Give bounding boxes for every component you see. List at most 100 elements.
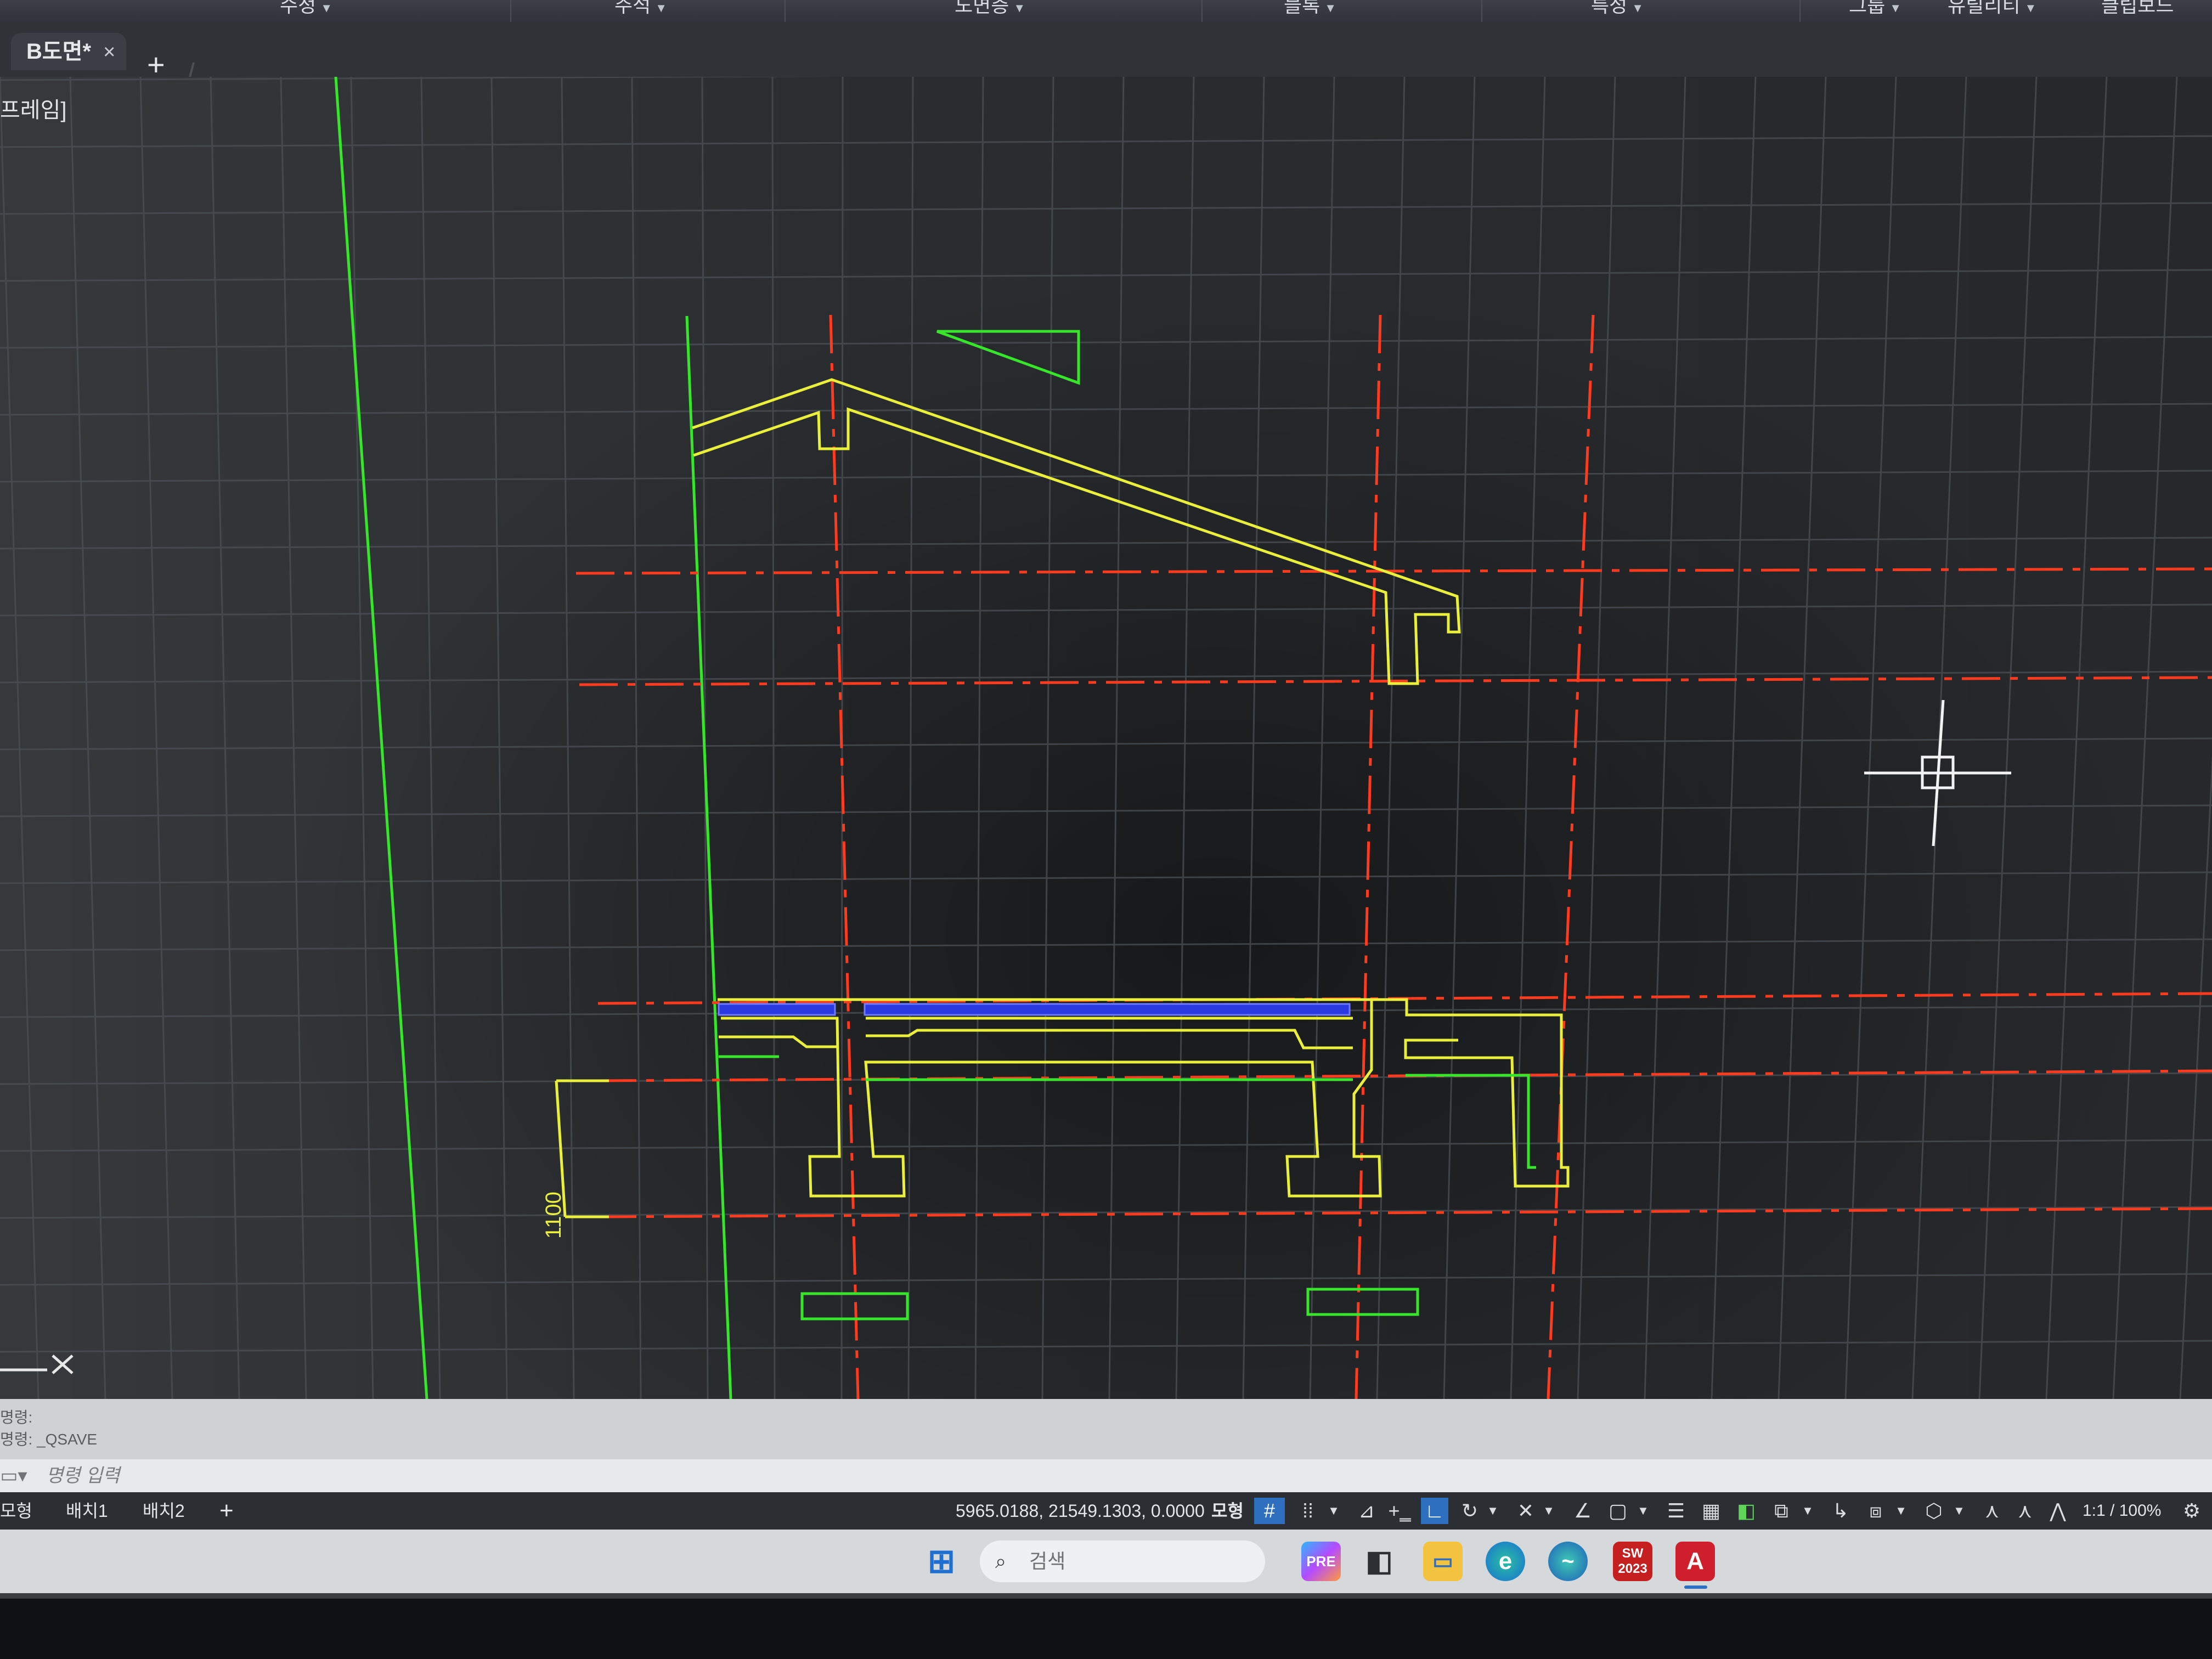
grid-line (0, 670, 2212, 684)
app-icon[interactable]: ~ (1548, 1542, 1588, 1581)
grid-line (1644, 77, 1686, 1399)
ribbon-panel-layers[interactable]: 도면층 ▼ (955, 0, 1025, 21)
section-outline (555, 330, 1570, 1218)
command-history-line: 명령: (0, 1409, 33, 1426)
roof-outline (692, 378, 1461, 685)
drawing-canvas[interactable]: 1100 프레임] (0, 77, 2212, 1399)
copilot-icon[interactable]: PRE (1301, 1542, 1341, 1581)
windows-taskbar: ⊞ ⌕ 검색 PRE ◧ ▭ e ~ SW 2023 A (0, 1530, 2212, 1593)
chevron-down-icon[interactable]: ▼ (1951, 1498, 1967, 1524)
monitor-bezel-edge (0, 1593, 2212, 1599)
isodraft-icon[interactable]: ✕ (1512, 1498, 1539, 1524)
chevron-down-icon[interactable]: ▼ (1541, 1498, 1557, 1524)
layout-tab-layout2[interactable]: 배치2 (143, 1492, 185, 1530)
centerline-vertical (1355, 314, 1382, 1399)
grid-icon[interactable]: # (1254, 1498, 1285, 1524)
ribbon-panel-modify[interactable]: 수정 ▼ (280, 0, 332, 21)
add-layout-button[interactable]: + (219, 1492, 234, 1530)
annotation-visibility-icon[interactable]: ⋏ (1978, 1498, 2006, 1524)
status-bar: 모형 배치1 배치2 + 5965.0188, 21549.1303, 0.00… (0, 1492, 2212, 1530)
ortho-icon[interactable]: ∟ (1421, 1498, 1448, 1524)
new-tab-button[interactable]: + (147, 49, 165, 80)
ribbon-panel-groups[interactable]: 그룹 ▼ (1849, 0, 1901, 21)
search-placeholder: 검색 (1029, 1550, 1066, 1572)
lineweight-icon[interactable]: ☰ (1662, 1498, 1690, 1524)
annotation-scale-icon[interactable]: ⋀ (2044, 1498, 2072, 1524)
ribbon-bar: 수정 ▼ 주석 ▼ 도면층 ▼ 블록 ▼ 특성 ▼ 그룹 ▼ 유틸리티 ▼ 클립보드 (0, 0, 2212, 23)
gizmo-icon[interactable]: ⧈ (1862, 1498, 1889, 1524)
grid-line (0, 77, 40, 1399)
ribbon-panel-block[interactable]: 블록 ▼ (1284, 0, 1336, 21)
grid-line (0, 135, 2212, 148)
grid-line (974, 77, 984, 1399)
centerline-horizontal (597, 1207, 2212, 1218)
ribbon-panel-utilities[interactable]: 유틸리티 ▼ (1948, 0, 2036, 21)
ucs-toggle-icon[interactable]: ↳ (1827, 1498, 1854, 1524)
selection-cycling-icon[interactable]: ◧ (1733, 1498, 1760, 1524)
command-placeholder: 명령 입력 (46, 1465, 120, 1486)
grid-line (0, 77, 830, 81)
polar-tracking-icon[interactable]: ↻ (1456, 1498, 1483, 1524)
chevron-down-icon[interactable]: ▼ (1893, 1498, 1909, 1524)
chevron-down-icon[interactable]: ▼ (1325, 1498, 1342, 1524)
solidworks-icon[interactable]: SW 2023 (1613, 1542, 1652, 1581)
layout-tab-layout1[interactable]: 배치1 (66, 1492, 108, 1530)
grid-line (631, 77, 642, 1399)
grid-line (771, 77, 776, 1399)
snap-icon[interactable]: ⁞⁞ (1293, 1498, 1323, 1524)
taskbar-search[interactable]: ⌕ 검색 (980, 1541, 1265, 1582)
chevron-down-icon: ▼ (1889, 1, 1902, 15)
grid-line (490, 77, 508, 1399)
task-view-icon[interactable]: ◧ (1359, 1542, 1399, 1581)
grid-line (0, 1139, 2212, 1152)
annotation-monitor-icon[interactable]: ⬡ (1920, 1498, 1948, 1524)
close-icon[interactable]: × (103, 41, 115, 64)
auto-scale-icon[interactable]: ⋏ (2011, 1498, 2039, 1524)
ribbon-panel-label: 특성 (1591, 0, 1628, 16)
object-snap-icon[interactable]: ▢ (1604, 1498, 1632, 1524)
ribbon-panel-annotation[interactable]: 주석 ▼ (614, 0, 667, 21)
triangle-marker (936, 330, 1080, 385)
dynamic-input-icon[interactable]: +‗ (1386, 1498, 1413, 1524)
chevron-down-icon[interactable]: ▼ (1799, 1498, 1816, 1524)
command-line-input[interactable]: ▭▾ 명령 입력 (0, 1459, 2212, 1492)
3d-osnap-icon[interactable]: ⧉ (1768, 1498, 1795, 1524)
infer-constraints-icon[interactable]: ⊿ (1353, 1498, 1380, 1524)
file-tab-active[interactable]: B도면* × (11, 33, 127, 70)
grid-line (1844, 77, 1897, 1399)
chevron-down-icon[interactable]: ▼ (1485, 1498, 1501, 1524)
ribbon-separator (1799, 0, 1801, 22)
grid-line (0, 1273, 2212, 1286)
coordinates-readout[interactable]: 5965.0188, 21549.1303, 0.0000 (956, 1492, 1205, 1530)
insulation-band (718, 1003, 836, 1016)
edge-icon[interactable]: e (1486, 1542, 1525, 1581)
grid-line (907, 77, 914, 1399)
ribbon-panel-label: 수정 (280, 0, 317, 16)
active-app-indicator (1684, 1585, 1707, 1589)
model-space-button[interactable]: 모형 (1211, 1492, 1244, 1530)
slab-outline (718, 998, 1570, 1188)
layout-tab-model[interactable]: 모형 (0, 1492, 32, 1530)
grid-line (0, 403, 2212, 416)
ribbon-panel-clipboard[interactable]: 클립보드 (2101, 0, 2174, 21)
angle-icon[interactable]: ∠ (1569, 1498, 1596, 1524)
terminal-icon[interactable]: ▭▾ (0, 1459, 27, 1492)
search-icon: ⌕ (995, 1550, 1007, 1572)
transparency-icon[interactable]: ▦ (1697, 1498, 1725, 1524)
chevron-down-icon: ▼ (2024, 1, 2037, 15)
grid-line (139, 77, 173, 1399)
start-icon[interactable]: ⊞ (922, 1542, 961, 1581)
file-explorer-icon[interactable]: ▭ (1423, 1542, 1463, 1581)
viewport-label[interactable]: 프레임] (0, 92, 67, 124)
grid-line (1443, 77, 1476, 1399)
ribbon-panel-properties[interactable]: 특성 ▼ (1591, 0, 1644, 21)
grid-line (0, 537, 2212, 550)
file-tab-bar: B도면* × + (0, 22, 2212, 83)
grid-line (2045, 77, 2108, 1399)
ribbon-panel-label: 블록 (1284, 0, 1321, 16)
command-history-line: 명령: _QSAVE (0, 1431, 98, 1448)
autocad-icon[interactable]: A (1675, 1542, 1715, 1581)
annotation-scale[interactable]: 1:1 / 100% (2083, 1492, 2161, 1530)
chevron-down-icon[interactable]: ▼ (1635, 1498, 1651, 1524)
gear-icon[interactable]: ⚙ (2178, 1498, 2205, 1524)
